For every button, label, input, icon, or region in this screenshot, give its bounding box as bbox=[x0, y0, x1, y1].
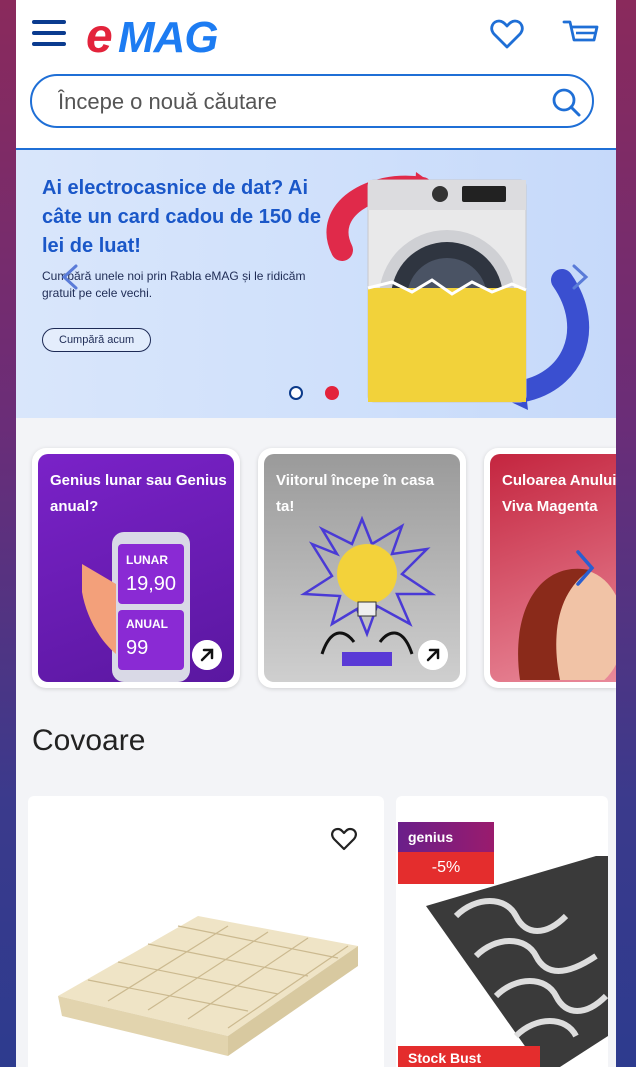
emag-logo[interactable]: e MAG bbox=[84, 8, 244, 71]
banner-headline: Ai electrocasnice de dat? Ai câte un car… bbox=[42, 177, 321, 257]
promo-card-home[interactable]: Viitorul începe în casa ta! bbox=[258, 448, 466, 688]
promo-title: Genius lunar sau Genius anual? bbox=[50, 472, 227, 515]
promo-carousel: Genius lunar sau Genius anual? LUNAR 19,… bbox=[16, 448, 616, 692]
lunar-price: 19,90 bbox=[126, 573, 176, 595]
heart-icon[interactable] bbox=[490, 18, 524, 50]
stock-bust-badge: Stock Bust bbox=[398, 1046, 540, 1067]
carousel-next-icon[interactable] bbox=[564, 262, 594, 292]
rug-image bbox=[426, 856, 608, 1067]
search-input[interactable] bbox=[56, 86, 540, 118]
svg-text:e: e bbox=[86, 10, 112, 60]
arrow-up-right-icon[interactable] bbox=[418, 640, 448, 670]
anual-price: 99 bbox=[126, 637, 148, 659]
cart-icon[interactable] bbox=[562, 18, 600, 50]
arrow-up-right-icon[interactable] bbox=[192, 640, 222, 670]
carousel-dot-1[interactable] bbox=[289, 386, 303, 400]
logo-graphic: e MAG bbox=[86, 10, 219, 63]
promo-card-genius[interactable]: Genius lunar sau Genius anual? LUNAR 19,… bbox=[32, 448, 240, 688]
section-title: Covoare bbox=[32, 724, 146, 757]
promo-next-icon[interactable] bbox=[572, 548, 598, 588]
woman-portrait bbox=[518, 568, 616, 680]
rug-image bbox=[58, 916, 358, 1056]
genius-badge: genius bbox=[398, 822, 494, 852]
discount-badge: -5% bbox=[398, 852, 494, 884]
product-card[interactable] bbox=[28, 796, 384, 1067]
phone-graphic: LUNAR 19,90 ANUAL 99 bbox=[82, 532, 190, 682]
banner-cta-button[interactable]: Cumpără acum bbox=[42, 328, 152, 352]
washing-machine-illustration bbox=[326, 172, 590, 410]
search-bar bbox=[30, 74, 594, 128]
lunar-label: LUNAR bbox=[126, 553, 168, 567]
product-card[interactable]: genius -5% Stock Bust bbox=[396, 796, 608, 1067]
anual-label: ANUAL bbox=[126, 617, 168, 631]
promo-title: Viitorul începe în casa ta! bbox=[276, 472, 435, 515]
phone-screen: e MAG Ai electrocasnice de dat? Ai câte … bbox=[16, 0, 616, 1067]
search-icon[interactable] bbox=[550, 86, 582, 118]
heart-icon[interactable] bbox=[330, 826, 358, 852]
svg-text:MAG: MAG bbox=[118, 13, 218, 60]
promo-title: Culoarea Anului 2023 Viva Magenta bbox=[502, 472, 616, 515]
hero-banner[interactable]: Ai electrocasnice de dat? Ai câte un car… bbox=[16, 150, 616, 418]
menu-icon[interactable] bbox=[32, 20, 66, 46]
header: e MAG bbox=[16, 0, 616, 151]
promo-card-magenta[interactable]: Culoarea Anului 2023 Viva Magenta bbox=[484, 448, 616, 688]
carousel-prev-icon[interactable] bbox=[56, 262, 86, 292]
carousel-dot-2[interactable] bbox=[325, 386, 339, 400]
